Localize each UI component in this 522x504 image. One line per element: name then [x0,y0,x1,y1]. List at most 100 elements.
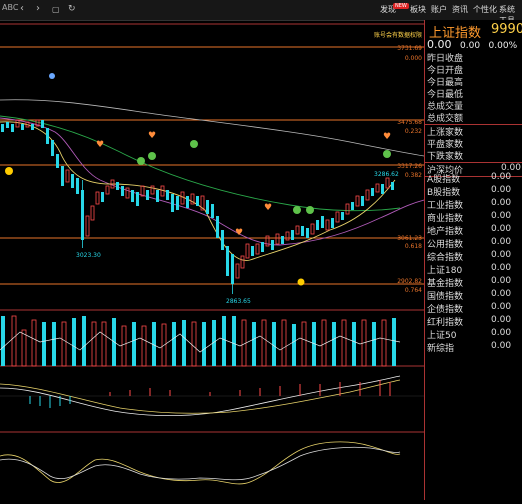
candle [21,124,24,130]
fullscreen-icon[interactable]: ▢ [52,5,60,14]
candle [301,226,304,236]
app-label: ABC [2,3,19,12]
candle [176,196,179,210]
volume-bar [332,322,336,366]
index-list-item[interactable]: 综合指数 0.00 [425,250,522,263]
candle [56,154,59,168]
volume-bar [222,316,226,366]
volume-bar [121,325,127,367]
candle [180,191,185,205]
top-bar: ABC ‹ › ▢ ↻ 发现 NEW 板块 账户 资讯 个性化 系统工具 [0,0,522,25]
volume-bar [392,318,396,366]
refresh-icon[interactable]: ↻ [68,4,76,14]
cry-icon [137,157,145,165]
fib-label: 0.382 [405,172,422,179]
index-list-value: 0.00 [491,185,512,195]
candle [310,223,315,235]
candle [6,122,9,128]
index-list-item[interactable]: 工业指数 0.00 [425,198,522,211]
candle [11,124,14,132]
candle [85,215,90,237]
candle [76,178,79,194]
index-list-item[interactable]: 企债指数 0.00 [425,302,522,315]
candle [105,185,110,195]
new-badge: NEW [393,3,409,9]
index-list-value: 0.00 [491,263,512,273]
index-list-item[interactable]: A股指数 0.00 [425,172,522,185]
forward-icon[interactable]: › [36,3,40,14]
index-list-label: 地产指数 [427,227,464,237]
candle [371,188,374,196]
index-list-value: 0.00 [491,198,512,208]
candle [150,185,155,195]
candle [375,183,380,193]
fib-label: 2902.82 [397,278,422,285]
candle [125,187,130,199]
volume-bar [52,322,56,366]
index-list-value: 0.00 [491,224,512,234]
volume-bar [292,324,296,366]
back-icon[interactable]: ‹ [20,3,24,14]
candle [101,192,104,202]
candle [31,124,34,130]
candle [355,195,360,207]
index-list-item[interactable]: 国债指数 0.00 [425,289,522,302]
volume-bar [381,319,387,367]
stat-row: 总成交量 [425,99,522,112]
menu-sector[interactable]: 板块 [410,4,426,15]
index-list-label: A股指数 [427,175,461,185]
menu-personalize[interactable]: 个性化 [473,4,497,15]
kdj-d-line [0,446,401,481]
candle [136,192,139,206]
index-list-label: 上证50 [427,331,457,341]
fib-label: 3475.68 [397,119,422,126]
low-annotation: 3023.30 [76,252,101,259]
index-list-value: 0.00 [491,276,512,286]
cry-icon [293,206,301,214]
index-list-item[interactable]: 上证180 0.00 [425,263,522,276]
candle [255,243,260,255]
index-list-item[interactable]: 上证50 0.00 [425,328,522,341]
candle [335,211,340,223]
volume-bar [182,320,186,366]
index-list-item[interactable]: 地产指数 0.00 [425,224,522,237]
candle [146,190,149,200]
index-list-item[interactable]: B股指数 0.00 [425,185,522,198]
chart-area[interactable]: 3731.69 0.000 3475.68 0.232 3317.26 0.38… [0,20,425,500]
quote-panel: 上证指数 999001 0.00 0.00 0.00% 昨日收盘 今日开盘 今日… [424,20,522,500]
index-list-item[interactable]: 商业指数 0.00 [425,211,522,224]
fib-label: 0.618 [405,243,422,250]
stat-row: 总成交额 [425,111,522,124]
candle [95,191,100,205]
candle [365,189,370,201]
index-list-item[interactable]: 红利指数 0.00 [425,315,522,328]
index-list-value: 0.00 [491,250,512,260]
heart-icon: ♥ [264,203,272,213]
smile-icon [297,278,305,286]
index-list-value: 0.00 [491,341,512,351]
price-line: 0.00 0.00 0.00% [427,38,522,51]
menu-account[interactable]: 账户 [431,4,447,15]
index-list-label: 商业指数 [427,214,464,224]
index-list-label: 国债指数 [427,292,464,302]
candles [1,119,394,294]
volume-bar [281,319,287,367]
volume-bar [82,316,86,366]
index-list-label: 工业指数 [427,201,464,211]
stat-row: 今日最低 [425,87,522,100]
candle [131,190,134,202]
index-list-item[interactable]: 公用指数 0.00 [425,237,522,250]
volume-ma-line [0,331,401,353]
menu-news[interactable]: 资讯 [452,4,468,15]
candle [90,205,95,221]
index-list-label: 基金指数 [427,279,464,289]
stat-row: 今日最高 [425,75,522,88]
candle [221,230,224,250]
volume-bar [42,322,46,366]
index-list-item[interactable]: 新综指 0.00 [425,341,522,354]
candle [321,216,324,228]
index-list-label: 公用指数 [427,240,464,250]
candle [251,246,254,256]
fib-label: 3317.26 [397,163,422,170]
index-list-item[interactable]: 基金指数 0.00 [425,276,522,289]
